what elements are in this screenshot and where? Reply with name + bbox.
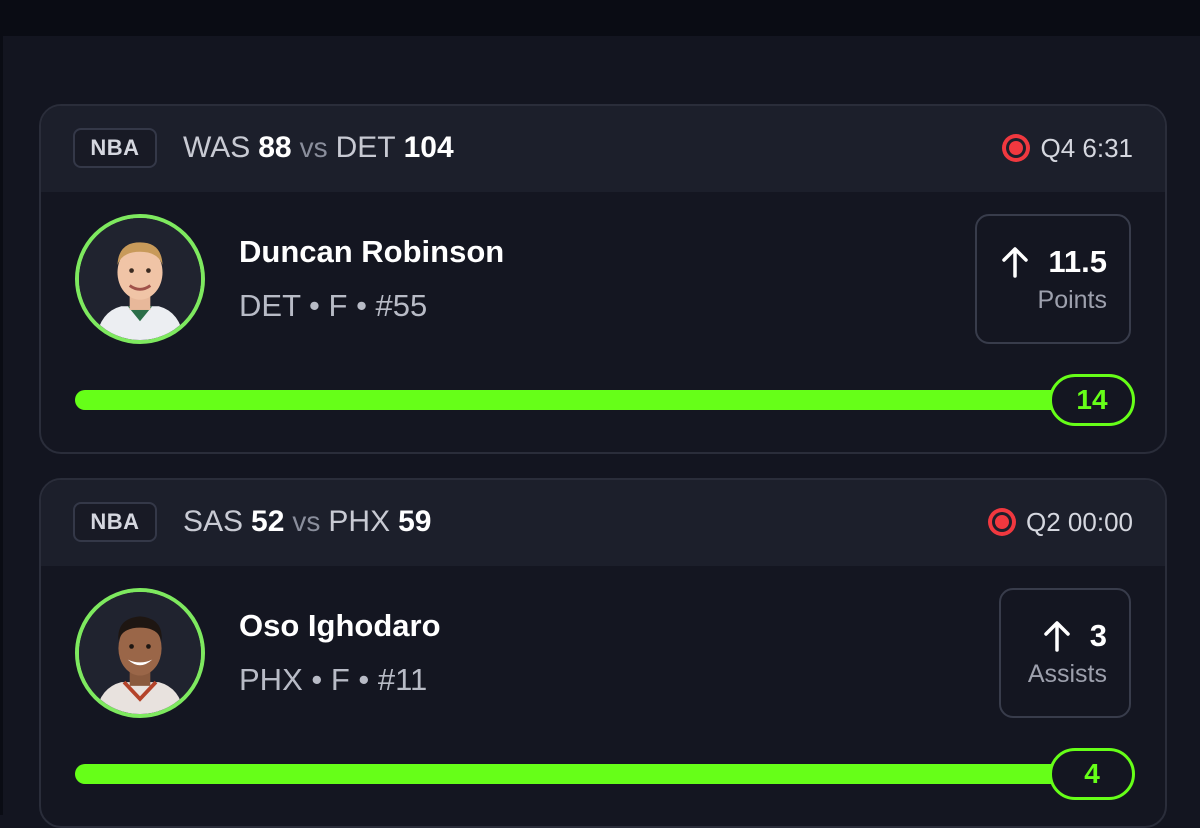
player-details: PHX • F • #11 — [239, 662, 428, 697]
progress-track — [75, 764, 1075, 784]
vs-label: vs — [299, 132, 328, 163]
prop-stat-type: Points — [1037, 285, 1107, 314]
player-name: Duncan Robinson — [239, 234, 505, 269]
props-feed: NBA WAS 88 vs DET 104 Q4 6:31 Duncan Rob… — [0, 36, 1200, 828]
prop-line-value: 3 — [1089, 617, 1107, 653]
player-headshot-icon — [79, 592, 201, 714]
progress-track — [75, 390, 1075, 410]
matchup: WAS 88 vs DET 104 — [183, 128, 454, 168]
player-headshot-icon — [79, 218, 201, 340]
player-name: Oso Ighodaro — [239, 608, 441, 643]
prop-card[interactable]: NBA WAS 88 vs DET 104 Q4 6:31 Duncan Rob… — [39, 104, 1167, 454]
prop-line-box[interactable]: 3 Assists — [999, 588, 1131, 718]
game-clock: Q4 6:31 — [1040, 132, 1133, 163]
home-team: DET — [335, 131, 396, 164]
live-indicator-icon — [988, 508, 1017, 536]
away-team: SAS — [183, 505, 244, 538]
game-header: NBA WAS 88 vs DET 104 Q4 6:31 — [41, 106, 1165, 192]
progress-fill — [75, 764, 1075, 784]
current-stat-value: 14 — [1049, 374, 1135, 426]
home-score: 59 — [398, 505, 432, 538]
player-avatar — [75, 588, 205, 718]
game-clock: Q2 00:00 — [1026, 506, 1133, 537]
up-arrow-icon — [1044, 620, 1070, 652]
top-bar — [0, 0, 1200, 36]
prop-line-box[interactable]: 11.5 Points — [975, 214, 1131, 344]
player-avatar — [75, 214, 205, 344]
live-indicator-icon — [1002, 134, 1031, 162]
progress-fill — [75, 390, 1075, 410]
up-arrow-icon — [1002, 246, 1029, 278]
prop-line-value: 11.5 — [1048, 243, 1107, 279]
league-badge: NBA — [73, 128, 157, 168]
home-team: PHX — [328, 505, 391, 538]
prop-stat-type: Assists — [1027, 659, 1107, 688]
matchup: SAS 52 vs PHX 59 — [183, 502, 431, 542]
game-status: Q4 6:31 — [1002, 128, 1133, 168]
league-badge: NBA — [73, 502, 157, 542]
prop-card[interactable]: NBA SAS 52 vs PHX 59 Q2 00:00 Oso Ighoda… — [39, 478, 1167, 828]
game-header: NBA SAS 52 vs PHX 59 Q2 00:00 — [41, 480, 1165, 566]
away-score: 52 — [251, 505, 285, 538]
game-status: Q2 00:00 — [988, 502, 1133, 542]
current-stat-value: 4 — [1049, 748, 1135, 800]
away-score: 88 — [258, 131, 292, 164]
away-team: WAS — [183, 131, 251, 164]
home-score: 104 — [403, 131, 454, 164]
vs-label: vs — [292, 506, 321, 537]
player-details: DET • F • #55 — [239, 288, 428, 323]
